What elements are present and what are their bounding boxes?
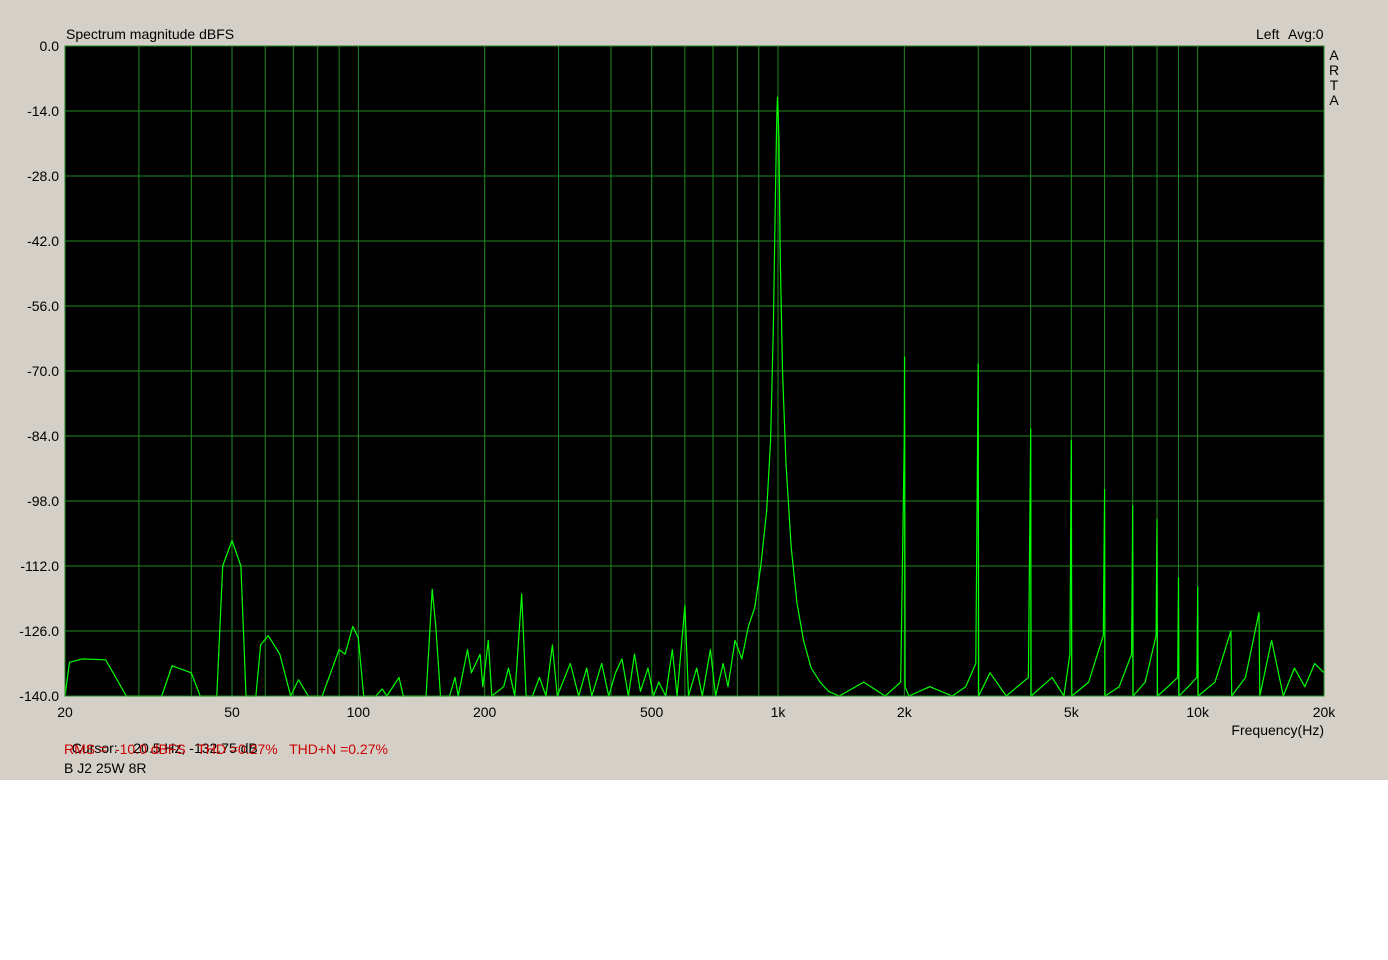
y-tick-label: -98.0 xyxy=(27,493,59,509)
y-tick-label: -112.0 xyxy=(20,558,59,574)
chart-title: Spectrum magnitude dBFS xyxy=(66,26,234,42)
y-tick-label: -42.0 xyxy=(27,233,59,249)
y-tick-label: 0.0 xyxy=(40,38,60,54)
brand-letter: A xyxy=(1329,47,1339,63)
x-tick-label: 1k xyxy=(771,704,787,720)
y-tick-labels: 0.0 -14.0 -28.0 -42.0 -56.0 -70.0 -84.0 -98.0 -1… xyxy=(19,38,59,704)
x-tick-label: 200 xyxy=(473,704,497,720)
brand-letter: R xyxy=(1329,62,1339,78)
x-tick-label: 500 xyxy=(640,704,664,720)
channel-label: Left xyxy=(1256,26,1279,42)
x-tick-label: 20 xyxy=(57,704,73,720)
x-axis-label: Frequency(Hz) xyxy=(1231,722,1324,738)
x-tick-label: 20k xyxy=(1313,704,1337,720)
avg-label: Avg:0 xyxy=(1288,26,1324,42)
x-tick-label: 10k xyxy=(1186,704,1210,720)
x-tick-labels: 20 50 100 200 500 1k 2k 5k 10k 20k xyxy=(57,704,1336,720)
y-tick-label: -14.0 xyxy=(27,103,59,119)
x-tick-label: 5k xyxy=(1064,704,1080,720)
y-tick-label: -56.0 xyxy=(27,298,59,314)
y-tick-label: -140.0 xyxy=(19,688,59,704)
stats-line: RMS = -10.0 dBFS THD =0.27% THD+N =0.27% xyxy=(64,741,388,757)
x-tick-label: 100 xyxy=(347,704,371,720)
y-tick-label: -126.0 xyxy=(19,623,59,639)
arta-brand: ARTA xyxy=(1329,47,1339,108)
x-tick-label: 50 xyxy=(224,704,240,720)
x-tick-label: 2k xyxy=(897,704,913,720)
measurement-name: B J2 25W 8R xyxy=(64,760,147,776)
y-tick-label: -28.0 xyxy=(27,168,59,184)
spectrum-chart: 0.0 -14.0 -28.0 -42.0 -56.0 -70.0 -84.0 -98.0 -1… xyxy=(19,26,1339,738)
y-tick-label: -70.0 xyxy=(27,363,59,379)
brand-letter: A xyxy=(1329,92,1339,108)
y-tick-label: -84.0 xyxy=(27,428,59,444)
brand-letter: T xyxy=(1330,77,1339,93)
